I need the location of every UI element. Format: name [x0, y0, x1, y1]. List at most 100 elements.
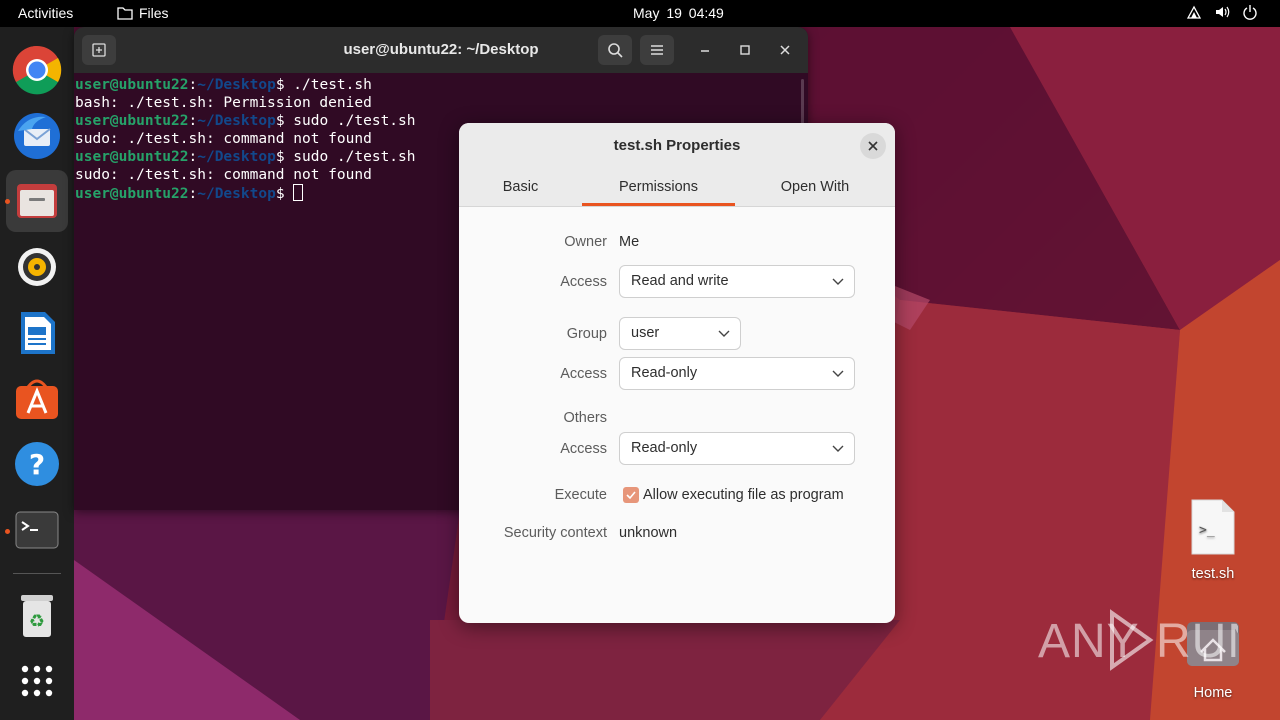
- svg-text:RUN: RUN: [1156, 615, 1238, 668]
- prompt-user: user@ubuntu22: [75, 113, 189, 129]
- dialog-title: test.sh Properties: [613, 137, 741, 154]
- svg-text:>_: >_: [1199, 523, 1215, 538]
- group-dropdown[interactable]: user: [619, 317, 741, 350]
- terminal-search-button[interactable]: [598, 35, 632, 65]
- terminal-titlebar[interactable]: user@ubuntu22: ~/Desktop: [74, 27, 808, 73]
- active-tab-indicator: [582, 203, 735, 206]
- dialog-header[interactable]: test.sh Properties: [459, 123, 895, 169]
- security-context-label: Security context: [503, 525, 607, 541]
- prompt-path: ~/Desktop: [197, 186, 276, 202]
- chevron-down-icon: [832, 445, 844, 452]
- chevron-down-icon: [832, 278, 844, 285]
- help-launcher[interactable]: ?: [6, 433, 68, 495]
- execute-label: Execute: [554, 487, 607, 503]
- writer-icon: [21, 312, 55, 354]
- dock: ? ♻: [0, 27, 74, 720]
- files-app-menu[interactable]: Files: [117, 5, 169, 21]
- prompt-path: ~/Desktop: [197, 149, 276, 165]
- desktop-file-label: test.sh: [1191, 566, 1235, 582]
- minimize-icon: [701, 50, 709, 52]
- activities-button[interactable]: Activities: [18, 5, 73, 21]
- help-icon: ?: [15, 442, 59, 486]
- show-applications-button[interactable]: [6, 650, 68, 712]
- thunderbird-launcher[interactable]: [6, 105, 68, 167]
- terminal-running-indicator: [5, 529, 10, 534]
- desktop-home-label: Home: [1193, 685, 1233, 701]
- chrome-icon: [12, 45, 62, 95]
- group-value: user: [631, 325, 660, 341]
- prompt-path: ~/Desktop: [197, 113, 276, 129]
- rhythmbox-launcher[interactable]: [6, 236, 68, 298]
- app-center-launcher[interactable]: [6, 367, 68, 429]
- anyrun-watermark: ANY RUN: [1038, 605, 1238, 675]
- group-access-dropdown[interactable]: Read-only: [619, 357, 855, 390]
- svg-text:?: ?: [29, 448, 45, 481]
- maximize-button[interactable]: [730, 35, 760, 65]
- prompt-user: user@ubuntu22: [75, 149, 189, 165]
- tab-basic[interactable]: Basic: [459, 179, 582, 195]
- checkmark-icon: [626, 491, 636, 500]
- dialog-close-button[interactable]: [860, 133, 886, 159]
- terminal-icon: [15, 511, 59, 549]
- clock[interactable]: May 19 04:49: [633, 5, 724, 21]
- close-button[interactable]: [770, 35, 800, 65]
- owner-access-value: Read and write: [631, 273, 729, 289]
- group-label: Group: [566, 326, 607, 342]
- prompt-user: user@ubuntu22: [75, 77, 189, 93]
- svg-text:♻: ♻: [29, 611, 45, 632]
- terminal-cursor: [293, 184, 304, 201]
- script-file-icon: >_: [1191, 499, 1235, 555]
- dock-separator: [13, 573, 61, 574]
- files-running-indicator: [5, 199, 10, 204]
- properties-dialog: test.sh Properties Basic Permissions Ope…: [459, 123, 895, 623]
- network-icon: [1186, 4, 1202, 20]
- terminal-launcher[interactable]: [6, 499, 68, 561]
- others-access-value: Read-only: [631, 440, 698, 456]
- prompt-user: user@ubuntu22: [75, 186, 189, 202]
- rhythmbox-icon: [18, 248, 56, 286]
- close-icon: [780, 45, 790, 55]
- dialog-tabs: Basic Permissions Open With: [459, 169, 895, 207]
- chrome-launcher[interactable]: [6, 39, 68, 101]
- owner-access-dropdown[interactable]: Read and write: [619, 265, 855, 298]
- folder-icon: [117, 7, 133, 20]
- group-access-value: Read-only: [631, 365, 698, 381]
- writer-launcher[interactable]: [6, 302, 68, 364]
- owner-value: Me: [619, 234, 640, 250]
- anyrun-logo: ANY RUN: [1038, 609, 1238, 671]
- maximize-icon: [740, 45, 750, 55]
- terminal-output-line: bash: ./test.sh: Permission denied: [75, 95, 372, 111]
- minimize-button[interactable]: [690, 35, 720, 65]
- thunderbird-icon: [14, 113, 60, 159]
- owner-access-label: Access: [560, 274, 607, 290]
- trash-launcher[interactable]: ♻: [6, 584, 68, 646]
- chevron-down-icon: [718, 330, 730, 337]
- others-label: Others: [563, 410, 607, 426]
- hamburger-menu-icon: [651, 45, 663, 55]
- close-icon: [868, 141, 878, 151]
- terminal-command-line: user@ubuntu22:~/Desktop$ ./test.sh: [75, 77, 372, 93]
- trash-icon: ♻: [21, 595, 53, 637]
- chevron-down-icon: [832, 370, 844, 377]
- app-center-icon: [16, 379, 58, 419]
- app-grid-icon: [21, 665, 53, 697]
- execute-checkbox-label[interactable]: Allow executing file as program: [643, 487, 844, 503]
- others-access-label: Access: [560, 441, 607, 457]
- security-context-value: unknown: [619, 525, 678, 541]
- tab-open-with[interactable]: Open With: [735, 179, 895, 195]
- execute-checkbox[interactable]: [623, 487, 639, 503]
- volume-icon: [1214, 4, 1230, 20]
- owner-label: Owner: [564, 234, 607, 250]
- terminal-menu-button[interactable]: [640, 35, 674, 65]
- files-app-menu-label: Files: [139, 5, 169, 21]
- files-icon: [17, 184, 57, 218]
- others-access-dropdown[interactable]: Read-only: [619, 432, 855, 465]
- power-icon: [1242, 4, 1258, 20]
- tab-permissions[interactable]: Permissions: [582, 179, 735, 195]
- top-bar: Activities Files May 19 04:49: [0, 0, 1280, 27]
- group-access-label: Access: [560, 366, 607, 382]
- desktop-file-test-sh[interactable]: >_ test.sh: [1178, 498, 1248, 582]
- system-tray[interactable]: [1186, 4, 1258, 20]
- files-launcher[interactable]: [6, 170, 68, 232]
- prompt-path: ~/Desktop: [197, 77, 276, 93]
